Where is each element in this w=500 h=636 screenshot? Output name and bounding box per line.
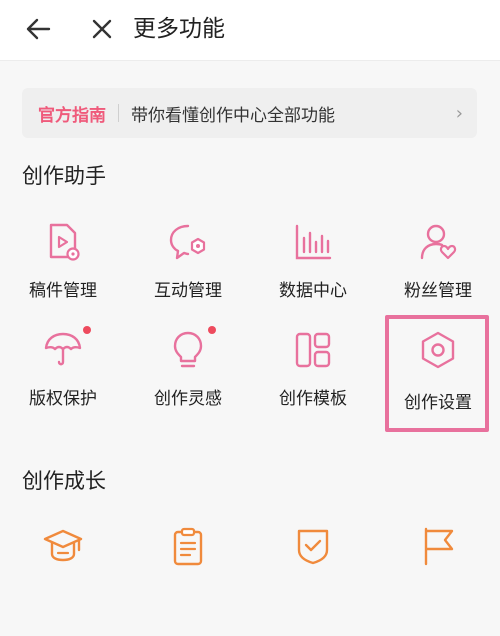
flag-icon [424, 527, 454, 566]
item-label: 创作灵感 [154, 389, 222, 409]
guide-text: 带你看懂创作中心全部功能 [131, 105, 335, 126]
top-bar: 更多功能 [0, 0, 500, 61]
user-heart-icon [420, 224, 457, 260]
guide-tag: 官方指南 [38, 105, 106, 126]
item-label: 粉丝管理 [404, 281, 472, 301]
graduation-cap-icon [43, 529, 83, 562]
notification-dot [208, 326, 216, 334]
close-icon[interactable] [86, 13, 118, 45]
creation-task-button[interactable] [130, 526, 246, 636]
creation-academy-button[interactable] [5, 526, 121, 636]
notification-dot [83, 326, 91, 334]
umbrella-icon [44, 332, 82, 366]
creative-inspiration-button[interactable]: 创作灵感 [130, 326, 246, 440]
creation-activity-button[interactable] [380, 526, 496, 636]
manuscript-management-button[interactable]: 稿件管理 [5, 222, 121, 332]
item-label: 创作模板 [279, 389, 347, 409]
back-arrow-icon[interactable] [22, 13, 54, 45]
chevron-right-icon: › [455, 102, 463, 124]
template-icon [295, 332, 331, 368]
item-label: 版权保护 [29, 389, 97, 409]
chat-bubble-icon [169, 224, 206, 260]
shield-check-icon [297, 529, 329, 565]
highlight-frame [385, 315, 489, 432]
section-title-creation-assistant: 创作助手 [22, 164, 106, 188]
copyright-protection-button[interactable]: 版权保护 [5, 326, 121, 440]
section-title-creation-growth: 创作成长 [22, 469, 106, 493]
item-label: 互动管理 [154, 281, 222, 301]
bar-chart-icon [295, 224, 332, 260]
manuscript-icon [49, 223, 80, 261]
lightbulb-icon [173, 331, 203, 368]
clipboard-icon [173, 527, 203, 566]
official-guide-banner[interactable]: 官方指南 带你看懂创作中心全部功能 › [22, 88, 477, 138]
page-title: 更多功能 [133, 16, 225, 42]
divider [118, 104, 119, 122]
item-label: 数据中心 [279, 281, 347, 301]
interaction-management-button[interactable]: 互动管理 [130, 222, 246, 332]
creator-rights-button[interactable] [255, 526, 371, 636]
creation-template-button[interactable]: 创作模板 [255, 330, 371, 440]
item-label: 稿件管理 [29, 281, 97, 301]
data-center-button[interactable]: 数据中心 [255, 222, 371, 332]
